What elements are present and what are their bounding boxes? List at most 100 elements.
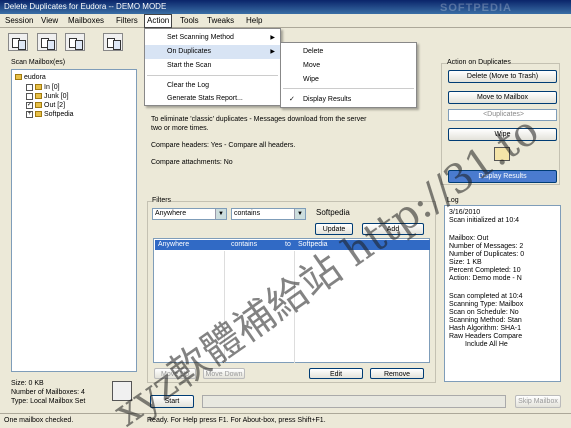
filter-cell-op: contains [231,241,258,248]
edit-button[interactable]: Edit [309,368,363,379]
move-to-mailbox-button[interactable]: Move to Mailbox [448,91,557,104]
mailbox-icon [35,84,42,91]
chevron-down-icon: ▼ [215,209,226,219]
log-line: Scan on Schedule: No [449,309,519,316]
delete-button[interactable]: Delete (Move to Trash) [448,70,557,83]
menu-mailboxes[interactable]: Mailboxes [68,16,104,25]
wipe-button[interactable]: Wipe [448,128,557,141]
mailboxes-heading: Scan Mailbox(es) [11,59,66,66]
submenu-item-display-results[interactable]: ✓ Display Results [281,93,416,107]
tree-item-label: In [0] [44,84,60,91]
menu-separator [283,88,414,89]
filter-value-field[interactable]: Softpedia [316,208,350,217]
mailbox-tree: eudora In [0] Junk [0] ✓ Out [2] + Softped… [11,69,137,372]
start-button[interactable]: Start [150,395,194,408]
move-up-button[interactable]: Move Up [154,368,196,379]
checkbox-icon[interactable] [26,92,33,100]
tree-item-label: Softpedia [44,111,74,118]
menu-item-clear-log[interactable]: Clear the Log [145,79,280,93]
tree-item-in[interactable]: In [0] [26,83,60,92]
status-right: Ready. For Help press F1. For About-box,… [147,417,326,424]
tree-item-label: Out [2] [44,102,66,109]
submenu-arrow-icon: ▶ [270,35,275,41]
status-bar: One mailbox checked. Ready. For Help pre… [0,413,571,428]
column-divider [224,251,225,363]
duplicates-mailbox-field[interactable]: <Duplicates> [448,109,557,121]
menu-item-label: Delete [303,48,324,55]
checkbox-checked-icon[interactable]: ✓ [26,101,33,109]
stats-mailboxes: Number of Mailboxes: 4 [11,389,85,396]
actions-heading: Action on Duplicates [447,59,511,66]
menu-help[interactable]: Help [246,16,262,25]
toolbar-scan-icon[interactable] [8,33,28,51]
stats-type: Type: Local Mailbox Set [11,398,86,405]
tree-root[interactable]: eudora [15,73,46,82]
toolbar-options-icon[interactable] [103,33,123,51]
add-button[interactable]: Add [362,223,424,235]
mailbox-icon [35,93,42,100]
column-divider [294,251,295,363]
menu-item-label: Generate Stats Report... [167,95,243,102]
check-icon: ✓ [289,96,295,103]
menu-view[interactable]: View [41,16,58,25]
tree-item-softpedia[interactable]: + Softpedia [26,110,74,119]
toolbar-mailbox-icon[interactable] [37,33,57,51]
log-line: Include All He [465,341,508,348]
log-line: Number of Messages: 2 [449,243,524,250]
menu-item-label: Move [303,62,321,69]
menu-session[interactable]: Session [5,16,33,25]
move-down-button[interactable]: Move Down [203,368,245,379]
softpedia-watermark-logo: SOFTPEDIA [440,2,512,14]
log-line: Mailbox: Out [449,235,489,242]
chevron-down-icon: ▼ [294,209,305,219]
filter-op-value: contains [234,210,261,217]
log-panel: 3/16/2010 Scan initialized at 10:4 Mailb… [444,205,561,382]
info-line-2: two or more times. [151,125,209,132]
filter-field-value: Anywhere [155,210,187,217]
filter-list: Anywhere contains to Softpedia [153,238,430,363]
status-left: One mailbox checked. [4,417,74,424]
menu-item-stats-report[interactable]: Generate Stats Report... [145,92,280,106]
menu-item-set-scanning-method[interactable]: Set Scanning Method ▶ [145,31,280,45]
filter-row[interactable]: Anywhere contains to Softpedia [155,240,430,250]
menu-tools[interactable]: Tools [180,16,199,25]
log-line: Scan completed at 10:4 [449,293,523,300]
update-button[interactable]: Update [315,223,353,235]
menu-action[interactable]: Action [144,14,173,28]
log-line: Scanning Method: Stan [449,317,522,324]
log-line: Size: 1 KB [449,259,482,266]
filter-cell-part: to [285,241,291,248]
menu-item-label: Wipe [303,76,319,83]
menu-item-label: On Duplicates [167,48,211,55]
menu-item-on-duplicates[interactable]: On Duplicates ▶ [145,45,280,59]
info-line-4: Compare attachments: No [151,159,233,166]
menu-item-label: Display Results [303,96,352,103]
toolbar-filter-icon[interactable] [65,33,85,51]
expand-icon[interactable]: + [26,110,33,118]
tree-item-out[interactable]: ✓ Out [2] [26,101,65,110]
submenu-arrow-icon: ▶ [270,49,275,55]
submenu-item-move[interactable]: Move [281,59,416,73]
log-heading: Log [447,197,459,204]
remove-button[interactable]: Remove [370,368,424,379]
filter-field-select[interactable]: Anywhere ▼ [152,208,227,220]
progress-bar [202,395,506,408]
skip-mailbox-button[interactable]: Skip Mailbox [515,395,561,408]
info-line-1: To eliminate 'classic' duplicates - Mess… [151,116,367,123]
checkbox-icon[interactable] [26,83,33,91]
menu-filters[interactable]: Filters [116,16,138,25]
action-menu: Set Scanning Method ▶ On Duplicates ▶ Star… [144,28,281,106]
display-results-button[interactable]: Display Results [448,170,557,183]
tree-item-junk[interactable]: Junk [0] [26,92,69,101]
filter-cell-value: Softpedia [298,241,328,248]
menu-item-label: Start the Scan [167,62,212,69]
submenu-item-delete[interactable]: Delete [281,45,416,59]
menu-tweaks[interactable]: Tweaks [207,16,234,25]
log-line: Hash Algorithm: SHA-1 [449,325,521,332]
menu-item-start-scan[interactable]: Start the Scan [145,59,280,73]
log-line: Action: Demo mode - N [449,275,522,282]
submenu-item-wipe[interactable]: Wipe [281,73,416,87]
filter-op-select[interactable]: contains ▼ [231,208,306,220]
menu-bar: Session View Mailboxes Filters Action To… [0,14,571,28]
menu-item-label: Set Scanning Method [167,34,234,41]
